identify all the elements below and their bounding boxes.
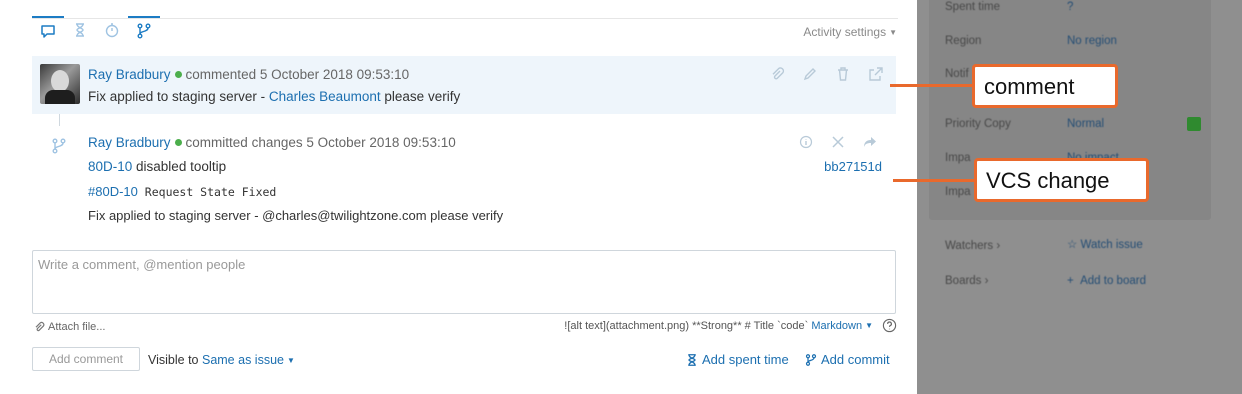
help-icon[interactable]	[882, 318, 897, 333]
share-arrow-icon[interactable]	[862, 134, 878, 150]
external-link-icon[interactable]	[868, 66, 884, 82]
speech-bubble-icon	[41, 25, 55, 38]
edit-icon[interactable]	[802, 66, 818, 82]
online-status-icon	[174, 71, 182, 78]
comment-author-link[interactable]: Ray Bradbury	[88, 67, 171, 82]
attachment-icon[interactable]	[769, 66, 785, 82]
callout-connector	[890, 84, 974, 87]
field-label: Region	[945, 35, 982, 47]
tab-history[interactable]	[64, 16, 96, 44]
field-value[interactable]: No region	[1067, 35, 1117, 47]
vcs-summary: 80D-10 disabled tooltip	[88, 159, 227, 174]
tab-comments[interactable]	[32, 16, 64, 44]
add-spent-time-link[interactable]: Add spent time	[686, 352, 789, 367]
caret-down-icon: ▼	[889, 28, 897, 37]
comment-actions	[769, 66, 884, 82]
caret-down-icon: ▼	[865, 321, 873, 330]
watch-issue-link[interactable]: ☆ Watch issue	[1067, 237, 1143, 251]
tab-time[interactable]	[96, 16, 128, 44]
vcs-change-header: Ray Bradbury committed changes 5 October …	[88, 135, 456, 150]
vcs-message: Fix applied to staging server - @charles…	[88, 208, 504, 223]
hourglass-icon	[688, 353, 696, 366]
delete-icon[interactable]	[835, 66, 851, 82]
visibility-selector: Visible to Same as issue ▼	[148, 353, 295, 367]
field-label: Impa	[945, 152, 971, 164]
activity-tabs	[32, 16, 160, 44]
priority-color-swatch	[1187, 117, 1201, 131]
markdown-dropdown[interactable]: Markdown	[811, 320, 862, 332]
tab-vcs[interactable]	[128, 16, 160, 44]
hourglass-icon	[76, 23, 84, 37]
field-label: Notif	[945, 68, 969, 80]
branch-icon	[805, 353, 817, 366]
comment-input[interactable]: Write a comment, @mention people	[32, 250, 896, 314]
field-value[interactable]: ?	[1067, 1, 1073, 13]
activity-panel: Activity settings ▼ Ray Bradbury commented…	[0, 0, 917, 394]
field-value[interactable]: Normal	[1067, 118, 1104, 130]
caret-down-icon: ▼	[286, 356, 295, 365]
markdown-hint: ![alt text](attachment.png) **Strong** #…	[564, 320, 873, 332]
close-icon[interactable]	[830, 134, 846, 150]
field-label: Impa	[945, 186, 971, 198]
visibility-dropdown[interactable]: Same as issue	[202, 353, 284, 367]
comment-meta: commented 5 October 2018 09:53:10	[185, 67, 410, 82]
timer-icon	[105, 23, 119, 38]
avatar[interactable]	[40, 64, 80, 104]
paperclip-icon	[35, 321, 45, 332]
comment-text: Fix applied to staging server - Charles …	[88, 89, 461, 104]
watchers-label: Watchers ›	[945, 240, 1001, 252]
mention-link[interactable]: Charles Beaumont	[269, 89, 381, 104]
comment-item: Ray Bradbury commented 5 October 2018 09:…	[32, 56, 896, 114]
online-status-icon	[174, 139, 182, 146]
vcs-change-actions	[798, 134, 878, 150]
callout-connector	[893, 179, 976, 182]
comment-header: Ray Bradbury commented 5 October 2018 09:…	[88, 67, 409, 82]
add-to-board-link[interactable]: + Add to board	[1067, 275, 1146, 287]
activity-settings-link[interactable]: Activity settings ▼	[803, 25, 897, 39]
vcs-change-callout: VCS change	[974, 158, 1149, 202]
thread-connector	[59, 114, 60, 126]
vcs-change-meta: committed changes 5 October 2018 09:53:1…	[185, 135, 456, 150]
issue-link[interactable]: 80D-10	[88, 159, 132, 174]
add-commit-link[interactable]: Add commit	[805, 352, 890, 367]
tabs-divider	[32, 18, 898, 19]
branch-icon	[52, 138, 66, 154]
info-icon[interactable]	[798, 134, 814, 150]
comment-callout: comment	[972, 64, 1118, 108]
field-label: Priority Copy	[945, 118, 1011, 130]
vcs-command: #80D-10 Request State Fixed	[88, 184, 277, 199]
field-label: Spent time	[945, 1, 1000, 13]
commit-hash-link[interactable]: bb27151d	[824, 159, 882, 174]
add-comment-button[interactable]: Add comment	[32, 347, 140, 371]
boards-label: Boards ›	[945, 275, 989, 287]
attach-file-link[interactable]: Attach file...	[33, 321, 105, 333]
vcs-author-link[interactable]: Ray Bradbury	[88, 135, 171, 150]
branch-icon	[137, 23, 151, 39]
issue-link[interactable]: #80D-10	[88, 184, 138, 199]
